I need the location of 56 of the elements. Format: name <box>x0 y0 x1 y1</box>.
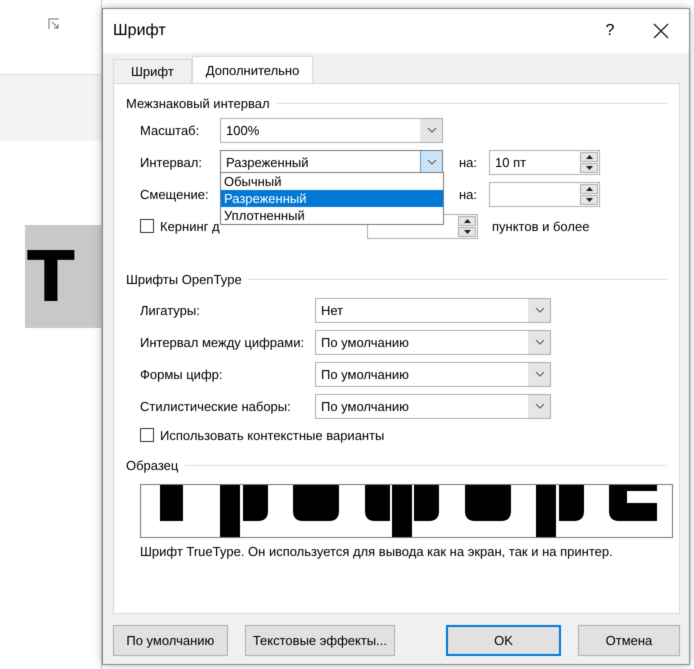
field-label: Интервал: <box>140 154 203 170</box>
field-label: Стилистические наборы: <box>140 398 292 414</box>
dropdown[interactable]: Разреженный <box>220 150 443 174</box>
chevron-down-icon <box>534 339 544 345</box>
field-label: на: <box>459 154 478 170</box>
spin-field[interactable] <box>489 182 600 206</box>
up-arrow-icon <box>586 186 592 190</box>
dialog-button[interactable]: Отмена <box>578 625 680 656</box>
dialog-button[interactable]: Текстовые эффекты... <box>244 625 396 656</box>
dialog-launcher-icon[interactable] <box>48 18 60 30</box>
dropdown-option[interactable]: Разреженный <box>221 190 443 207</box>
tab[interactable]: Шрифт <box>113 59 192 83</box>
down-arrow-icon <box>586 198 592 202</box>
chevron-down-icon <box>534 307 544 313</box>
chevron-down-icon <box>426 127 436 133</box>
dialog-button[interactable]: По умолчанию <box>113 625 228 656</box>
window-title: Шрифт <box>113 22 167 40</box>
dropdown[interactable]: 100% <box>220 118 443 142</box>
dropdown[interactable]: По умолчанию <box>315 362 551 386</box>
close-icon <box>653 23 669 39</box>
checkbox[interactable] <box>140 219 154 233</box>
field-label: Лигатуры: <box>140 302 201 318</box>
spin-down-button[interactable] <box>458 226 476 236</box>
field-label: Формы цифр: <box>140 366 224 382</box>
dropdown[interactable]: Нет <box>315 298 551 322</box>
up-arrow-icon <box>586 154 592 158</box>
dropdown[interactable]: По умолчанию <box>315 330 551 354</box>
font-description: Шрифт TrueType. Он используется для вывода как на экран, так и на принтер. <box>139 543 614 559</box>
spin-up-button[interactable] <box>580 152 598 162</box>
up-arrow-icon <box>464 218 470 222</box>
checkbox[interactable] <box>140 428 154 442</box>
tab[interactable]: Дополнительно <box>192 56 314 84</box>
chevron-down-icon <box>534 371 544 377</box>
field-label: на: <box>459 186 478 202</box>
section-heading: Образец <box>126 458 178 472</box>
checkbox-label: Использовать контекстные варианты <box>160 428 384 442</box>
down-arrow-icon <box>586 166 592 170</box>
document-text: Т <box>27 236 81 318</box>
field-label: Интервал между цифрами: <box>140 334 306 350</box>
down-arrow-icon <box>464 230 470 234</box>
spin-down-button[interactable] <box>580 162 598 172</box>
field-label: Масштаб: <box>140 122 200 138</box>
spin-down-button[interactable] <box>580 194 598 204</box>
dialog-button[interactable]: OK <box>446 625 561 656</box>
dropdown[interactable]: По умолчанию <box>315 394 551 418</box>
checkbox-label: Кернинг д <box>160 218 221 234</box>
chevron-down-icon <box>534 403 544 409</box>
chevron-down-icon <box>426 159 436 165</box>
spin-field[interactable]: 10 пт <box>489 150 600 174</box>
spin-up-button[interactable] <box>580 184 598 194</box>
section-heading: Межзнаковый интервал <box>126 96 270 110</box>
spin-up-button[interactable] <box>458 216 476 226</box>
section-heading: Шрифты OpenType <box>126 272 242 286</box>
field-label: Смещение: <box>140 186 210 202</box>
help-button[interactable]: ? <box>587 11 633 51</box>
field-label: пунктов и более <box>492 218 590 234</box>
